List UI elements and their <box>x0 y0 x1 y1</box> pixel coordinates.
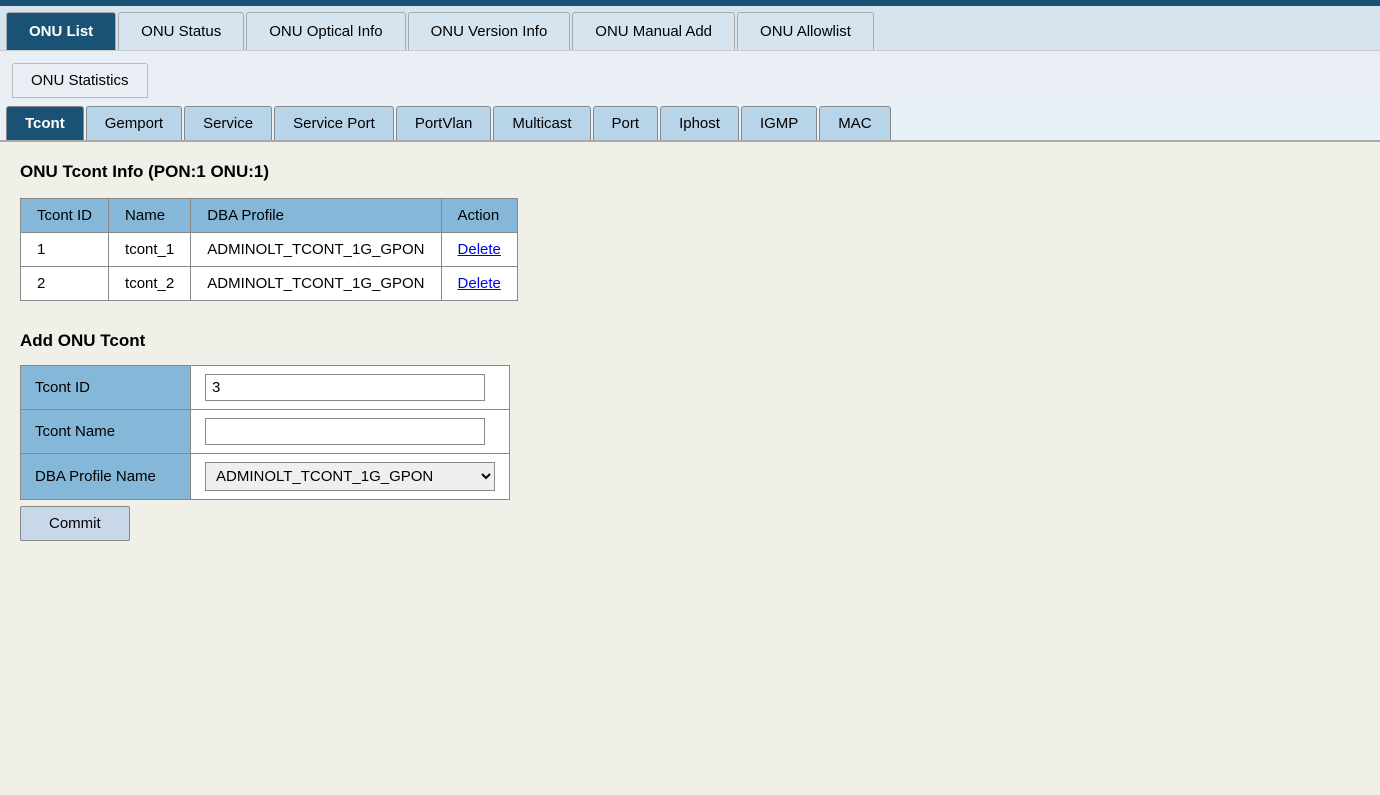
statistics-tab-area: ONU Statistics <box>0 50 1380 102</box>
add-field-label-tcont-id: Tcont ID <box>21 366 191 410</box>
table-header-dba-profile: DBA Profile <box>191 199 441 233</box>
main-tab-onu-manual-add[interactable]: ONU Manual Add <box>572 12 735 50</box>
sub-tab-multicast[interactable]: Multicast <box>493 106 590 140</box>
add-field-row: Tcont ID <box>21 366 510 410</box>
main-tab-onu-status[interactable]: ONU Status <box>118 12 244 50</box>
delete-link[interactable]: Delete <box>458 241 501 258</box>
info-title: ONU Tcont Info (PON:1 ONU:1) <box>20 162 1360 182</box>
sub-tab-tcont[interactable]: Tcont <box>6 106 84 140</box>
input-tcont-id[interactable] <box>205 374 485 401</box>
cell-action: Delete <box>441 267 517 301</box>
delete-link[interactable]: Delete <box>458 275 501 292</box>
tcont-table: Tcont IDNameDBA ProfileAction 1tcont_1AD… <box>20 198 518 301</box>
table-header-action: Action <box>441 199 517 233</box>
table-header-tcont-id: Tcont ID <box>21 199 109 233</box>
main-tab-onu-allowlist[interactable]: ONU Allowlist <box>737 12 874 50</box>
cell-tcont-id: 1 <box>21 233 109 267</box>
tab-onu-statistics[interactable]: ONU Statistics <box>12 63 148 98</box>
main-tabs-container: ONU ListONU StatusONU Optical InfoONU Ve… <box>0 6 1380 50</box>
table-header-row: Tcont IDNameDBA ProfileAction <box>21 199 518 233</box>
add-field-input-cell: ADMINOLT_TCONT_1G_GPON <box>191 454 510 500</box>
sub-tab-service[interactable]: Service <box>184 106 272 140</box>
add-field-row: Tcont Name <box>21 410 510 454</box>
commit-button[interactable]: Commit <box>20 506 130 541</box>
sub-tabs-row: TcontGemportServiceService PortPortVlanM… <box>0 102 1380 142</box>
main-tab-onu-version-info[interactable]: ONU Version Info <box>408 12 571 50</box>
sub-tabs-container: TcontGemportServiceService PortPortVlanM… <box>6 106 1374 140</box>
main-tab-onu-list[interactable]: ONU List <box>6 12 116 50</box>
select-dba-profile-name[interactable]: ADMINOLT_TCONT_1G_GPON <box>205 462 495 491</box>
cell-name: tcont_2 <box>109 267 191 301</box>
add-field-label-tcont-name: Tcont Name <box>21 410 191 454</box>
add-field-row: DBA Profile Name ADMINOLT_TCONT_1G_GPON <box>21 454 510 500</box>
cell-action: Delete <box>441 233 517 267</box>
main-content: ONU Tcont Info (PON:1 ONU:1) Tcont IDNam… <box>0 142 1380 742</box>
add-field-input-cell <box>191 410 510 454</box>
sub-tab-iphost[interactable]: Iphost <box>660 106 739 140</box>
add-table-body: Tcont IDTcont NameDBA Profile Name ADMINO… <box>21 366 510 500</box>
cell-tcont-id: 2 <box>21 267 109 301</box>
sub-tab-service-port[interactable]: Service Port <box>274 106 394 140</box>
table-row: 1tcont_1ADMINOLT_TCONT_1G_GPON Delete <box>21 233 518 267</box>
sub-tab-portvlan[interactable]: PortVlan <box>396 106 492 140</box>
sub-tab-igmp[interactable]: IGMP <box>741 106 817 140</box>
table-body: 1tcont_1ADMINOLT_TCONT_1G_GPONDelete2tco… <box>21 233 518 301</box>
sub-tab-mac[interactable]: MAC <box>819 106 890 140</box>
cell-dba-profile: ADMINOLT_TCONT_1G_GPON <box>191 233 441 267</box>
sub-tab-gemport[interactable]: Gemport <box>86 106 182 140</box>
sub-tab-port[interactable]: Port <box>593 106 659 140</box>
add-field-label-dba-profile-name: DBA Profile Name <box>21 454 191 500</box>
table-row: 2tcont_2ADMINOLT_TCONT_1G_GPON Delete <box>21 267 518 301</box>
add-section-title: Add ONU Tcont <box>20 331 1360 351</box>
table-header-name: Name <box>109 199 191 233</box>
main-tab-onu-optical-info[interactable]: ONU Optical Info <box>246 12 405 50</box>
input-tcont-name[interactable] <box>205 418 485 445</box>
cell-name: tcont_1 <box>109 233 191 267</box>
cell-dba-profile: ADMINOLT_TCONT_1G_GPON <box>191 267 441 301</box>
add-tcont-table: Tcont IDTcont NameDBA Profile Name ADMINO… <box>20 365 510 500</box>
add-field-input-cell <box>191 366 510 410</box>
